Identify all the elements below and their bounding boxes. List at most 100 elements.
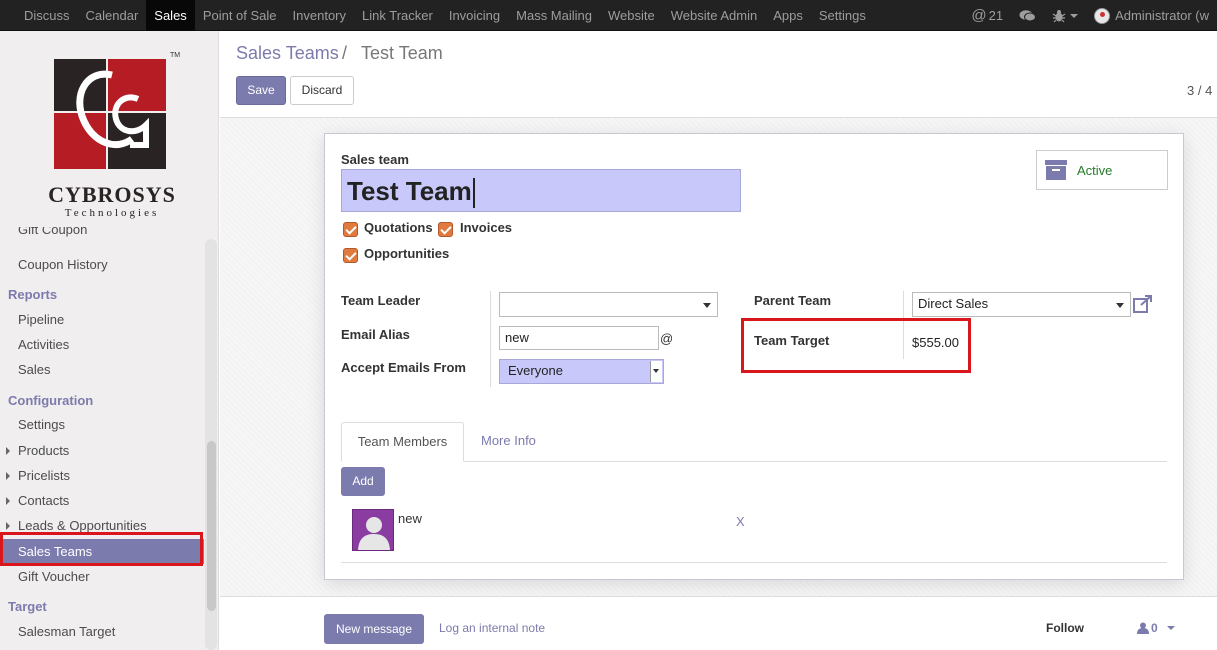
parent-team-value: Direct Sales	[918, 296, 989, 311]
add-member-button[interactable]: Add	[341, 467, 385, 496]
invoices-checkbox[interactable]	[438, 222, 453, 237]
sidebar-item-settings[interactable]: Settings	[0, 412, 204, 437]
menu-sales[interactable]: Sales	[146, 0, 195, 31]
caret-right-icon	[6, 472, 10, 480]
sales-team-label: Sales team	[341, 152, 409, 167]
follow-button[interactable]: Follow	[1046, 621, 1084, 635]
chatter-bar: New message Log an internal note Follow …	[220, 596, 1217, 650]
logo-tm: TM	[170, 52, 181, 59]
sidebar-item-label: Gift Coupon	[18, 227, 88, 237]
menu-point-of-sale[interactable]: Point of Sale	[195, 0, 285, 31]
sidebar-item-label: Products	[18, 443, 70, 458]
menu-invoicing[interactable]: Invoicing	[441, 0, 508, 31]
sidebar-item-label: Leads & Opportunities	[18, 518, 147, 533]
pager-value[interactable]: 3 / 4	[1187, 83, 1217, 98]
team-leader-label: Team Leader	[341, 293, 421, 308]
logo-brand: CYBROSYS	[48, 182, 176, 207]
discard-button[interactable]: Discard	[290, 76, 354, 105]
sales-team-name-text: Test Team	[347, 176, 472, 206]
email-at-sign: @	[660, 331, 674, 346]
form-sheet: Sales team Test Team Quotations Invoices…	[324, 133, 1184, 580]
sidebar-item-coupon-history[interactable]: Coupon History	[0, 252, 204, 277]
top-navbar: Discuss Calendar Sales Point of Sale Inv…	[0, 0, 1217, 31]
new-message-button[interactable]: New message	[324, 614, 424, 644]
invoices-label: Invoices	[460, 220, 513, 235]
company-logo: TM CYBROSYS Technologies	[42, 52, 182, 249]
opportunities-checkbox[interactable]	[343, 248, 358, 263]
sidebar-scrollbar-thumb[interactable]	[207, 441, 216, 611]
followers-button[interactable]: 0	[1137, 621, 1175, 635]
sidebar-section-reports: Reports	[8, 287, 58, 302]
breadcrumb-separator: /	[342, 43, 348, 63]
sidebar-item-leads-opportunities[interactable]: Leads & Opportunities	[0, 513, 204, 538]
tabs-divider	[341, 461, 1167, 462]
user-name: Administrator (w	[1115, 8, 1209, 23]
breadcrumb-sales-teams[interactable]: Sales Teams	[236, 43, 339, 64]
chevron-down-icon	[1116, 303, 1124, 308]
at-icon: @	[971, 7, 987, 24]
caret-right-icon	[6, 447, 10, 455]
external-link-icon[interactable]	[1133, 295, 1153, 313]
active-label: Active	[1077, 163, 1113, 178]
sales-team-name-input[interactable]: Test Team	[341, 169, 741, 212]
save-button[interactable]: Save	[236, 76, 286, 105]
email-alias-input[interactable]: new	[499, 326, 659, 350]
sidebar-item-gift-coupon[interactable]: Gift Coupon	[0, 227, 204, 241]
tab-more-info[interactable]: More Info	[475, 422, 542, 462]
sidebar-item-sales-teams[interactable]: Sales Teams	[0, 539, 204, 564]
sidebar: TM CYBROSYS Technologies Gift Coupon Cou…	[0, 31, 219, 650]
sidebar-item-activities[interactable]: Activities	[0, 332, 204, 357]
sidebar-item-products[interactable]: Products	[0, 438, 204, 463]
menu-link-tracker[interactable]: Link Tracker	[354, 0, 441, 31]
parent-team-label: Parent Team	[754, 293, 832, 308]
accept-emails-label: Accept Emails From	[341, 360, 466, 375]
team-target-value[interactable]: $555.00	[912, 335, 959, 350]
sidebar-item-pricelists[interactable]: Pricelists	[0, 463, 204, 488]
user-icon	[1137, 622, 1149, 634]
tab-team-members[interactable]: Team Members	[341, 422, 464, 462]
sidebar-item-sales[interactable]: Sales	[0, 357, 204, 382]
menu-website[interactable]: Website	[600, 0, 663, 31]
debug-button[interactable]	[1044, 9, 1086, 23]
mentions-button[interactable]: @ 21	[963, 7, 1011, 24]
mentions-count: 21	[988, 8, 1004, 23]
sidebar-item-label: Pricelists	[18, 468, 71, 483]
menu-calendar[interactable]: Calendar	[78, 0, 147, 31]
accept-emails-select[interactable]: Everyone	[499, 359, 664, 384]
member-name: new	[398, 511, 422, 526]
sidebar-item-label: Contacts	[18, 493, 70, 508]
user-menu[interactable]: Administrator (w	[1086, 7, 1217, 24]
bug-icon	[1052, 9, 1066, 22]
member-avatar[interactable]	[352, 509, 394, 551]
menu-discuss[interactable]: Discuss	[16, 0, 78, 31]
quotations-label: Quotations	[364, 220, 433, 235]
sidebar-item-gift-voucher[interactable]: Gift Voucher	[0, 564, 204, 589]
chevron-down-icon	[1070, 13, 1079, 18]
remove-member-button[interactable]: X	[736, 514, 745, 529]
text-cursor	[472, 178, 475, 209]
accept-emails-value: Everyone	[508, 363, 563, 378]
sidebar-item-contacts[interactable]: Contacts	[0, 488, 204, 513]
archive-icon	[1045, 160, 1067, 180]
email-alias-label: Email Alias	[341, 327, 410, 342]
menu-website-admin[interactable]: Website Admin	[663, 0, 765, 31]
parent-team-select[interactable]: Direct Sales	[912, 292, 1131, 317]
sidebar-section-target: Target	[8, 599, 47, 614]
messages-button[interactable]	[1011, 9, 1044, 23]
menu-settings[interactable]: Settings	[811, 0, 874, 31]
menu-mass-mailing[interactable]: Mass Mailing	[508, 0, 600, 31]
logo-tagline: Technologies	[64, 207, 160, 219]
menu-apps[interactable]: Apps	[765, 0, 811, 31]
menu-inventory[interactable]: Inventory	[285, 0, 354, 31]
followers-count: 0	[1151, 621, 1158, 635]
control-panel: Sales Teams / Test Team Save Discard 3 /…	[220, 31, 1217, 118]
log-note-link[interactable]: Log an internal note	[439, 621, 545, 635]
systray: @ 21 Administrator (w	[963, 0, 1217, 31]
active-toggle-button[interactable]: Active	[1036, 150, 1168, 190]
team-leader-select[interactable]	[499, 292, 718, 317]
opportunities-label: Opportunities	[364, 246, 450, 261]
quotations-checkbox[interactable]	[343, 222, 358, 237]
sidebar-item-salesman-target[interactable]: Salesman Target	[0, 619, 204, 644]
sidebar-item-pipeline[interactable]: Pipeline	[0, 307, 204, 332]
team-target-label: Team Target	[754, 333, 830, 348]
